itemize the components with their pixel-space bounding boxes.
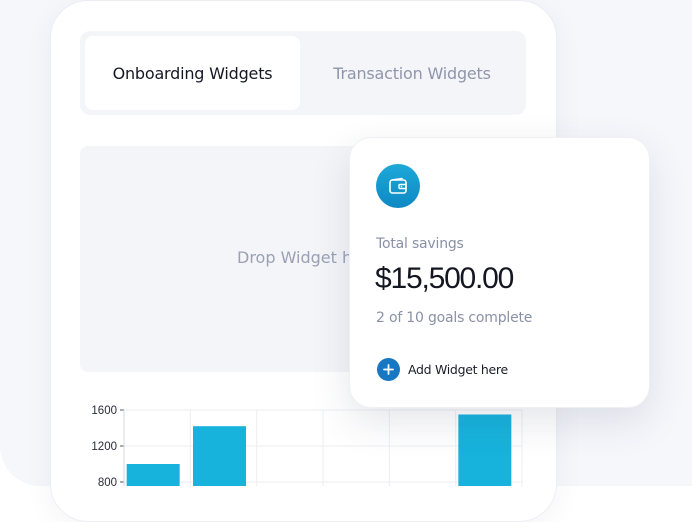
drop-zone-label: Drop Widget he (237, 248, 362, 267)
add-widget-label: Add Widget here (408, 361, 508, 377)
y-tick-label: 1600 (91, 405, 117, 417)
tab-onboarding-widgets[interactable]: Onboarding Widgets (85, 36, 300, 110)
chart-bar-1 (126, 464, 180, 486)
y-tick-label: 800 (98, 477, 117, 486)
bar-chart: 1600 1200 800 (91, 405, 523, 486)
savings-label: Total savings (376, 236, 464, 252)
plus-icon (377, 357, 400, 381)
widget-tabs: Onboarding Widgets Transaction Widgets (80, 31, 526, 115)
savings-amount: $15,500.00 (375, 262, 514, 295)
tab-transaction-widgets[interactable]: Transaction Widgets (302, 36, 522, 110)
y-tick-label: 1200 (91, 441, 117, 453)
wallet-icon (389, 177, 407, 194)
total-savings-card: Total savings $15,500.00 2 of 10 goals c… (349, 137, 650, 408)
wallet-badge (376, 164, 420, 208)
add-widget-button[interactable]: Add Widget here (377, 357, 508, 381)
chart-bar-6 (458, 414, 512, 486)
chart-bar-2 (193, 426, 246, 486)
goals-progress-text: 2 of 10 goals complete (376, 310, 533, 326)
